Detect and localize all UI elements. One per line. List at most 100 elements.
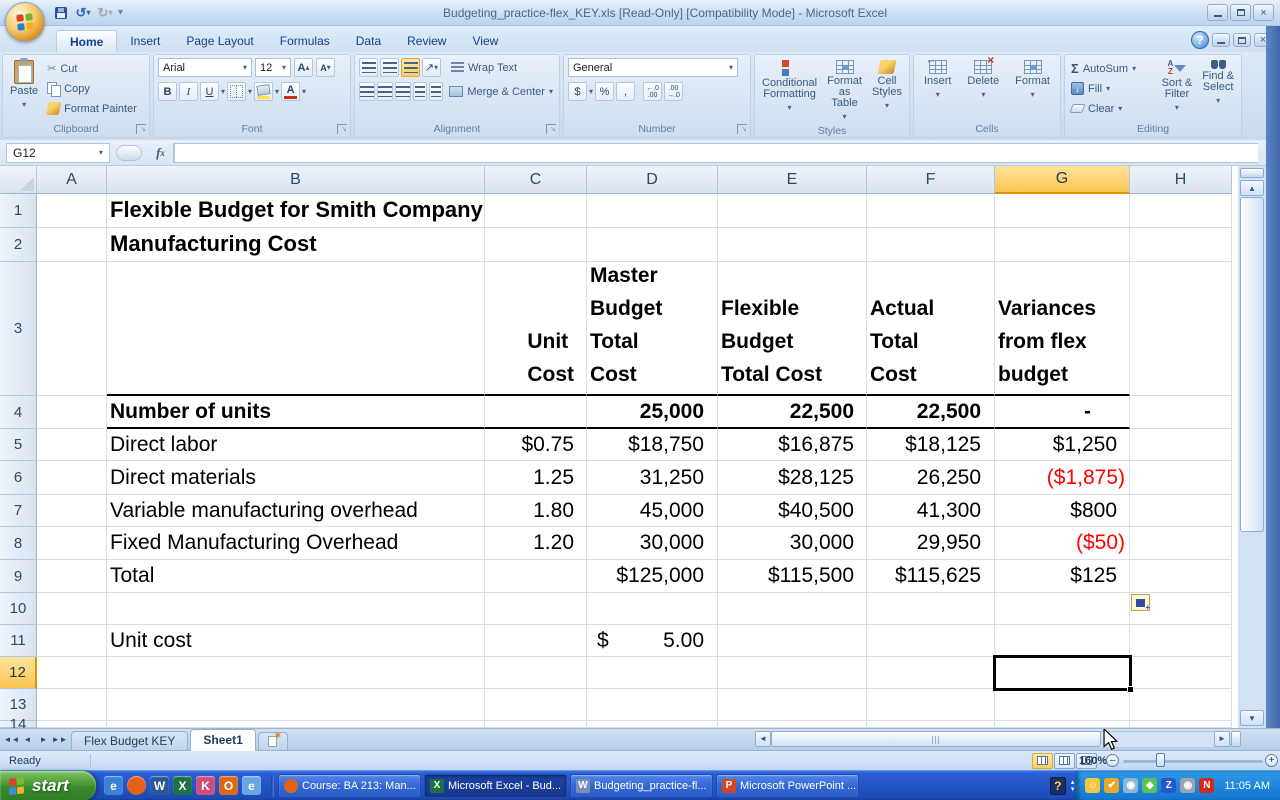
vertical-scroll-thumb[interactable] xyxy=(1240,197,1264,532)
cell-F14[interactable] xyxy=(867,721,995,728)
increase-indent-button[interactable] xyxy=(429,82,444,101)
insert-function-button[interactable]: fx xyxy=(148,142,174,163)
selection-border[interactable] xyxy=(993,655,1134,693)
cell-F11[interactable] xyxy=(867,625,995,657)
cell-E6[interactable]: $28,125 xyxy=(718,461,867,495)
taskbar-window-microsoft-powerpoint-[interactable]: P Microsoft PowerPoint ... xyxy=(716,773,859,798)
cell-D13[interactable] xyxy=(587,689,718,721)
cell-E9[interactable]: $115,500 xyxy=(718,560,867,593)
name-box-arrow-icon[interactable]: ▾ xyxy=(99,148,103,157)
tab-page-layout[interactable]: Page Layout xyxy=(173,30,266,52)
cell-B5[interactable]: Direct labor xyxy=(107,429,485,461)
cell-H2[interactable] xyxy=(1130,228,1232,262)
cell-A12[interactable] xyxy=(37,657,107,689)
zoom-level[interactable]: 160% xyxy=(1079,755,1107,767)
column-header-G[interactable]: G xyxy=(995,166,1130,194)
cell-G11[interactable] xyxy=(995,625,1130,657)
row-header-6[interactable]: 6 xyxy=(0,461,37,495)
underline-button[interactable]: U xyxy=(200,82,219,101)
cell-B4[interactable]: Number of units xyxy=(107,396,485,429)
update-tray-icon[interactable]: ◉ xyxy=(1123,778,1139,793)
hide-tray-icons-button[interactable]: ▴ ▾ xyxy=(1069,779,1077,793)
cell-C13[interactable] xyxy=(485,689,587,721)
cell-D1[interactable] xyxy=(587,194,718,228)
cell-B8[interactable]: Fixed Manufacturing Overhead xyxy=(107,527,485,560)
row-header-9[interactable]: 9 xyxy=(0,560,37,593)
cell-G4[interactable]: - xyxy=(995,396,1130,429)
sort-filter-button[interactable]: AZ Sort & Filter ▾ xyxy=(1159,58,1196,122)
border-button[interactable] xyxy=(227,82,247,101)
volume-tray-icon[interactable]: ◉ xyxy=(1180,778,1196,793)
cell-H4[interactable] xyxy=(1130,396,1232,429)
cell-C2[interactable] xyxy=(485,228,587,262)
norton-tray-icon[interactable]: N xyxy=(1199,778,1215,793)
firefox-icon[interactable] xyxy=(127,776,146,795)
cell-C7[interactable]: 1.80 xyxy=(485,495,587,527)
cell-E3[interactable]: Flexible Budget Total Cost xyxy=(718,262,867,396)
clipboard-dialog-launcher[interactable]: ↘ xyxy=(136,124,146,134)
workbook-minimize-button[interactable] xyxy=(1212,33,1230,47)
office-button[interactable] xyxy=(5,2,45,42)
cell-E11[interactable] xyxy=(718,625,867,657)
accounting-format-button[interactable]: $ xyxy=(568,82,587,101)
vertical-scrollbar[interactable]: ▲ ▼ xyxy=(1238,166,1266,728)
cell-G8[interactable]: ($50) xyxy=(995,527,1130,560)
cell-A8[interactable] xyxy=(37,527,107,560)
cell-F3[interactable]: Actual Total Cost xyxy=(867,262,995,396)
cell-C1[interactable] xyxy=(485,194,587,228)
align-left-button[interactable] xyxy=(359,82,375,101)
redo-button[interactable]: ↻ ▾ xyxy=(96,4,114,22)
cell-A9[interactable] xyxy=(37,560,107,593)
clear-button[interactable]: Clear ▾ xyxy=(1069,100,1155,117)
internet-explorer-icon[interactable]: e xyxy=(104,776,123,795)
cell-H6[interactable] xyxy=(1130,461,1232,495)
font-family-select[interactable]: Arial ▾ xyxy=(158,58,252,77)
cell-D6[interactable]: 31,250 xyxy=(587,461,718,495)
zonealarm-tray-icon[interactable]: Z xyxy=(1161,778,1177,793)
next-sheet-button[interactable]: ► xyxy=(36,732,51,747)
cell-A7[interactable] xyxy=(37,495,107,527)
cell-A1[interactable] xyxy=(37,194,107,228)
cell-D12[interactable] xyxy=(587,657,718,689)
cell-H3[interactable] xyxy=(1130,262,1232,396)
cell-H1[interactable] xyxy=(1130,194,1232,228)
minimize-button[interactable] xyxy=(1207,4,1228,21)
row-header-7[interactable]: 7 xyxy=(0,495,37,527)
cell-E1[interactable] xyxy=(718,194,867,228)
scroll-down-button[interactable]: ▼ xyxy=(1240,710,1264,726)
align-top-button[interactable] xyxy=(359,58,378,77)
save-button[interactable] xyxy=(52,4,70,22)
scroll-up-button[interactable]: ▲ xyxy=(1240,180,1264,196)
cell-D11[interactable]: $5.00 xyxy=(587,625,718,657)
row-header-5[interactable]: 5 xyxy=(0,429,37,461)
cell-G14[interactable] xyxy=(995,721,1130,728)
cell-A4[interactable] xyxy=(37,396,107,429)
cell-A13[interactable] xyxy=(37,689,107,721)
cell-G10[interactable] xyxy=(995,593,1130,625)
horizontal-scroll-thumb[interactable] xyxy=(771,731,1101,747)
scroll-right-button[interactable]: ► xyxy=(1214,730,1230,747)
cell-H14[interactable] xyxy=(1130,721,1232,728)
cell-F4[interactable]: 22,500 xyxy=(867,396,995,429)
first-sheet-button[interactable]: ◄◄ xyxy=(4,732,20,747)
cell-C9[interactable] xyxy=(485,560,587,593)
insert-worksheet-tab[interactable] xyxy=(257,731,288,750)
sheet-tab-flex-budget-key[interactable]: Flex Budget KEY xyxy=(71,730,189,751)
cell-F10[interactable] xyxy=(867,593,995,625)
delete-cells-button[interactable]: Delete▾ xyxy=(964,55,1002,122)
font-size-select[interactable]: 12 ▾ xyxy=(255,58,291,77)
row-header-2[interactable]: 2 xyxy=(0,228,37,262)
column-header-C[interactable]: C xyxy=(485,166,587,194)
cell-B10[interactable] xyxy=(107,593,485,625)
cell-G7[interactable]: $800 xyxy=(995,495,1130,527)
cell-styles-button[interactable]: Cell Styles ▾ xyxy=(869,58,905,124)
column-header-A[interactable]: A xyxy=(37,166,107,194)
cell-D14[interactable] xyxy=(587,721,718,728)
find-select-button[interactable]: Find & Select ▾ xyxy=(1199,58,1237,122)
row-header-8[interactable]: 8 xyxy=(0,527,37,560)
select-all-corner[interactable] xyxy=(0,166,37,194)
row-header-11[interactable]: 11 xyxy=(0,625,37,657)
cell-F8[interactable]: 29,950 xyxy=(867,527,995,560)
cell-F2[interactable] xyxy=(867,228,995,262)
cell-C8[interactable]: 1.20 xyxy=(485,527,587,560)
